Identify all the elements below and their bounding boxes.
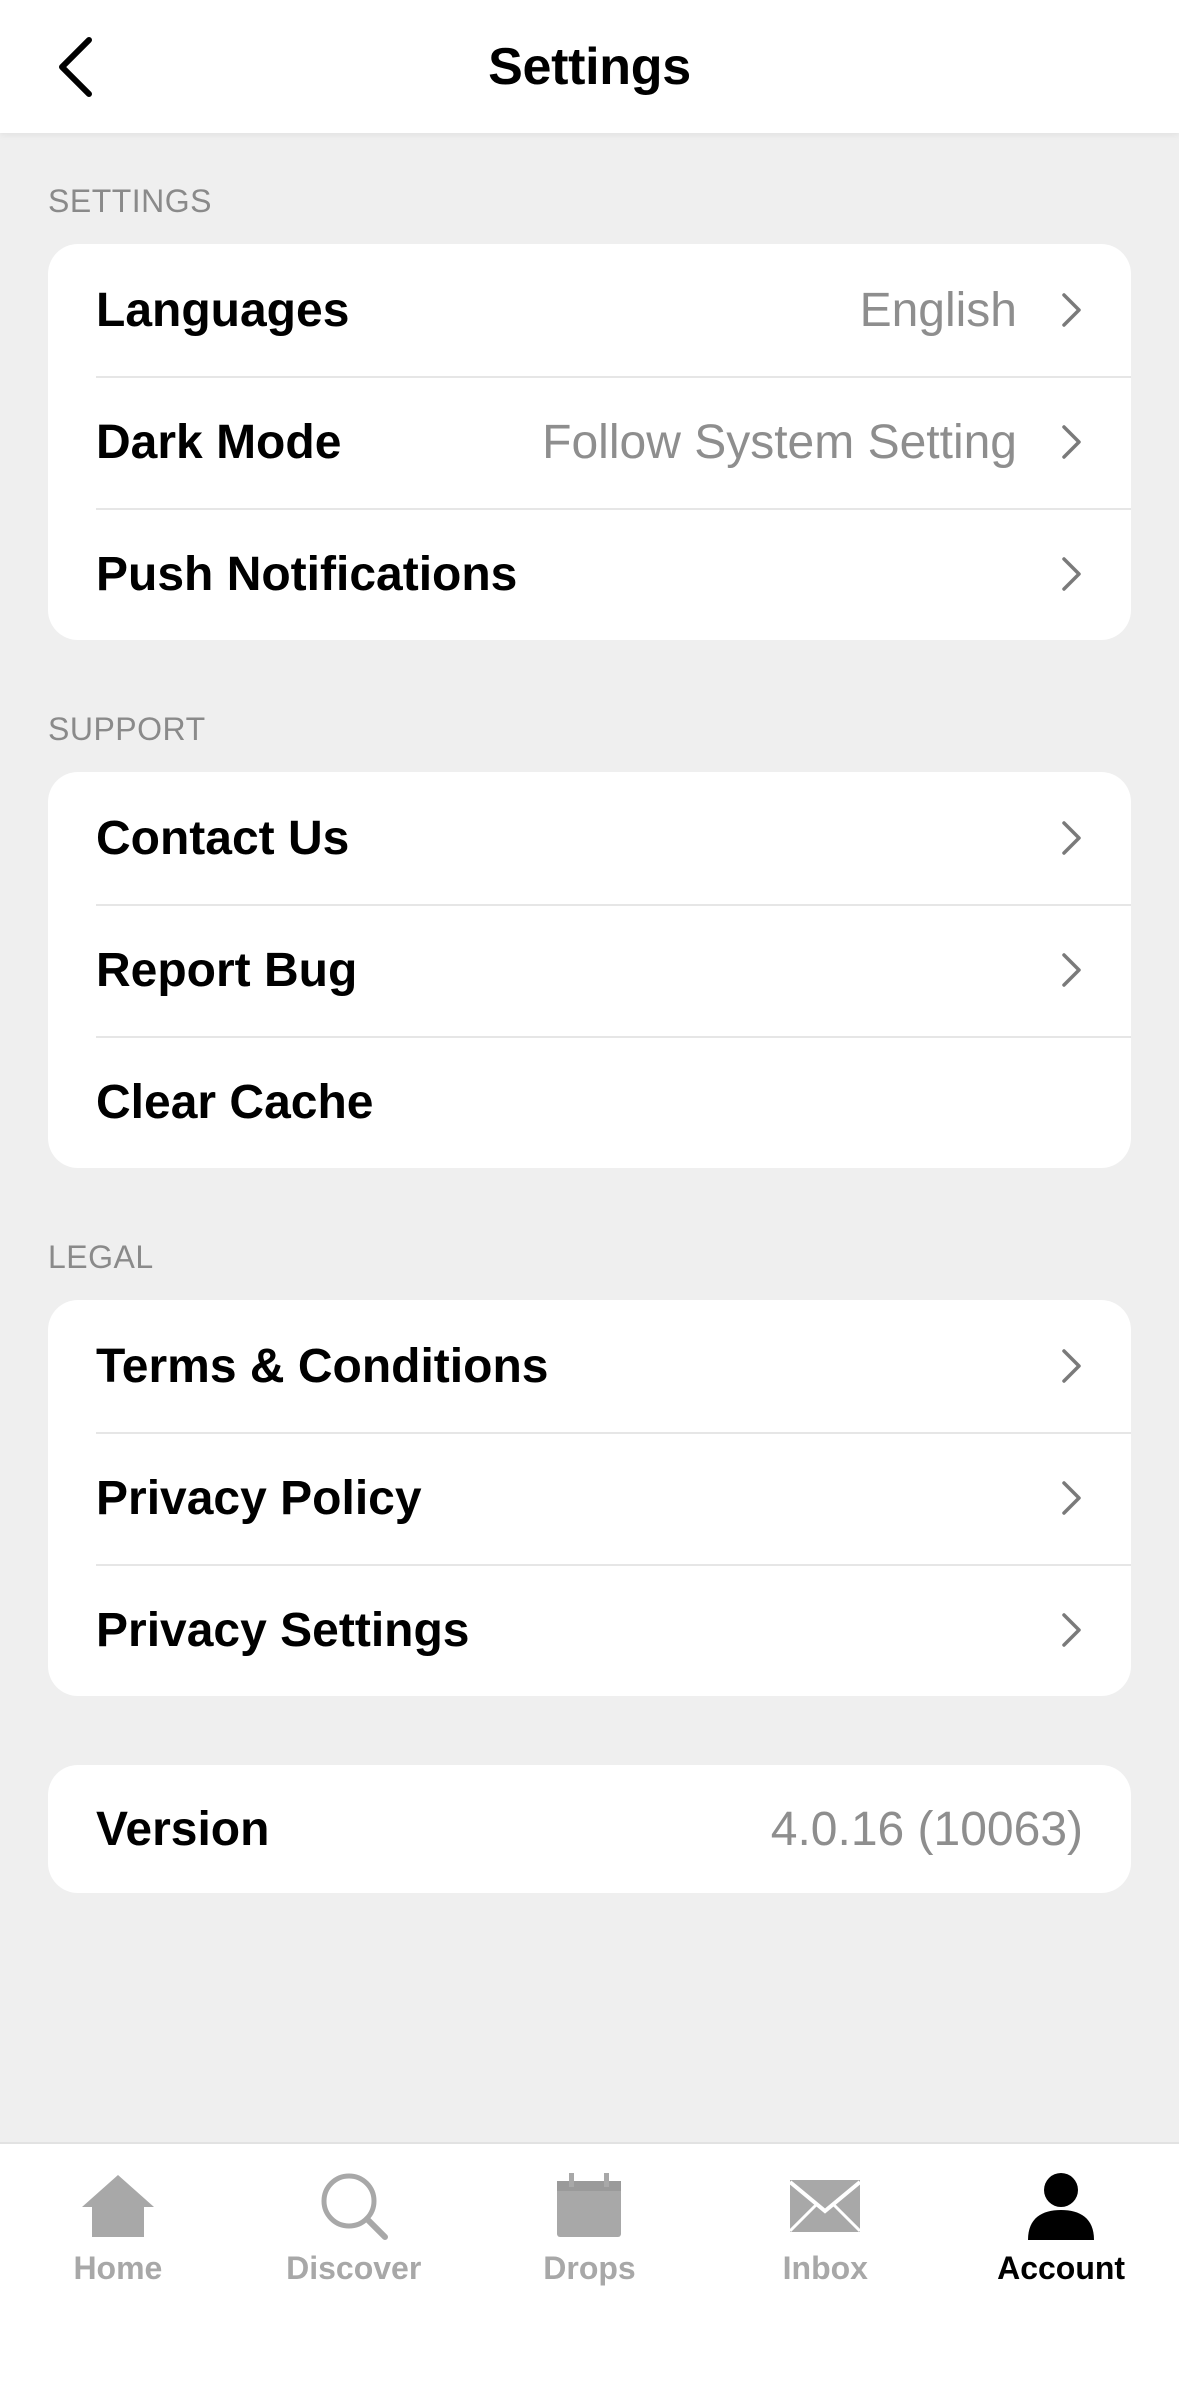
support-card: Contact Us Report Bug Clear Cache (48, 772, 1131, 1168)
mail-icon (785, 2170, 865, 2242)
page-title: Settings (488, 37, 691, 96)
tab-label: Drops (543, 2250, 636, 2286)
tab-inbox[interactable]: Inbox (707, 2144, 943, 2314)
row-label: Terms & Conditions (96, 1339, 549, 1393)
tab-home[interactable]: Home (0, 2144, 236, 2314)
top-app-bar: Settings (0, 0, 1179, 133)
legal-card: Terms & Conditions Privacy Policy Privac… (48, 1300, 1131, 1696)
clear-cache-row[interactable]: Clear Cache (48, 1036, 1131, 1168)
person-icon (1021, 2170, 1101, 2242)
row-label: Contact Us (96, 811, 350, 865)
contact-us-row[interactable]: Contact Us (48, 772, 1131, 904)
chevron-right-icon (1057, 1478, 1087, 1518)
section-label-settings: SETTINGS (48, 183, 213, 219)
row-label: Dark Mode (96, 415, 342, 469)
version-row: Version 4.0.16 (10063) (48, 1765, 1131, 1893)
search-icon (314, 2170, 394, 2242)
privacy-policy-row[interactable]: Privacy Policy (48, 1432, 1131, 1564)
tab-account[interactable]: Account (943, 2144, 1179, 2314)
tab-label: Account (997, 2250, 1126, 2286)
tab-discover[interactable]: Discover (236, 2144, 472, 2314)
dark-mode-row[interactable]: Dark Mode Follow System Setting (48, 376, 1131, 508)
report-bug-row[interactable]: Report Bug (48, 904, 1131, 1036)
section-label-legal: LEGAL (48, 1239, 154, 1275)
version-card: Version 4.0.16 (10063) (48, 1765, 1131, 1893)
tab-label: Discover (286, 2250, 422, 2286)
chevron-right-icon (1057, 1346, 1087, 1386)
calendar-icon (549, 2170, 629, 2242)
section-label-support: SUPPORT (48, 711, 206, 747)
row-value: Follow System Setting (542, 415, 1017, 469)
chevron-left-icon (59, 37, 92, 97)
version-label: Version (96, 1802, 270, 1856)
row-label: Clear Cache (96, 1075, 374, 1129)
tab-drops[interactable]: Drops (472, 2144, 708, 2314)
home-icon (78, 2170, 158, 2242)
row-label: Languages (96, 283, 350, 337)
tab-label: Inbox (782, 2250, 868, 2286)
privacy-settings-row[interactable]: Privacy Settings (48, 1564, 1131, 1696)
tab-label: Home (73, 2250, 163, 2286)
chevron-right-icon (1057, 422, 1087, 462)
bottom-tab-bar: Home Discover Drops Inbox Account (0, 2142, 1179, 2396)
languages-row[interactable]: Languages English (48, 244, 1131, 376)
version-value: 4.0.16 (10063) (770, 1802, 1083, 1856)
settings-card: Languages English Dark Mode Follow Syste… (48, 244, 1131, 640)
chevron-right-icon (1057, 290, 1087, 330)
row-label: Privacy Settings (96, 1603, 470, 1657)
back-button[interactable] (40, 30, 110, 104)
row-value: English (859, 283, 1017, 337)
chevron-right-icon (1057, 1610, 1087, 1650)
row-label: Push Notifications (96, 547, 518, 601)
chevron-right-icon (1057, 950, 1087, 990)
terms-conditions-row[interactable]: Terms & Conditions (48, 1300, 1131, 1432)
row-label: Privacy Policy (96, 1471, 422, 1525)
push-notifications-row[interactable]: Push Notifications (48, 508, 1131, 640)
chevron-right-icon (1057, 818, 1087, 858)
chevron-right-icon (1057, 554, 1087, 594)
row-label: Report Bug (96, 943, 358, 997)
